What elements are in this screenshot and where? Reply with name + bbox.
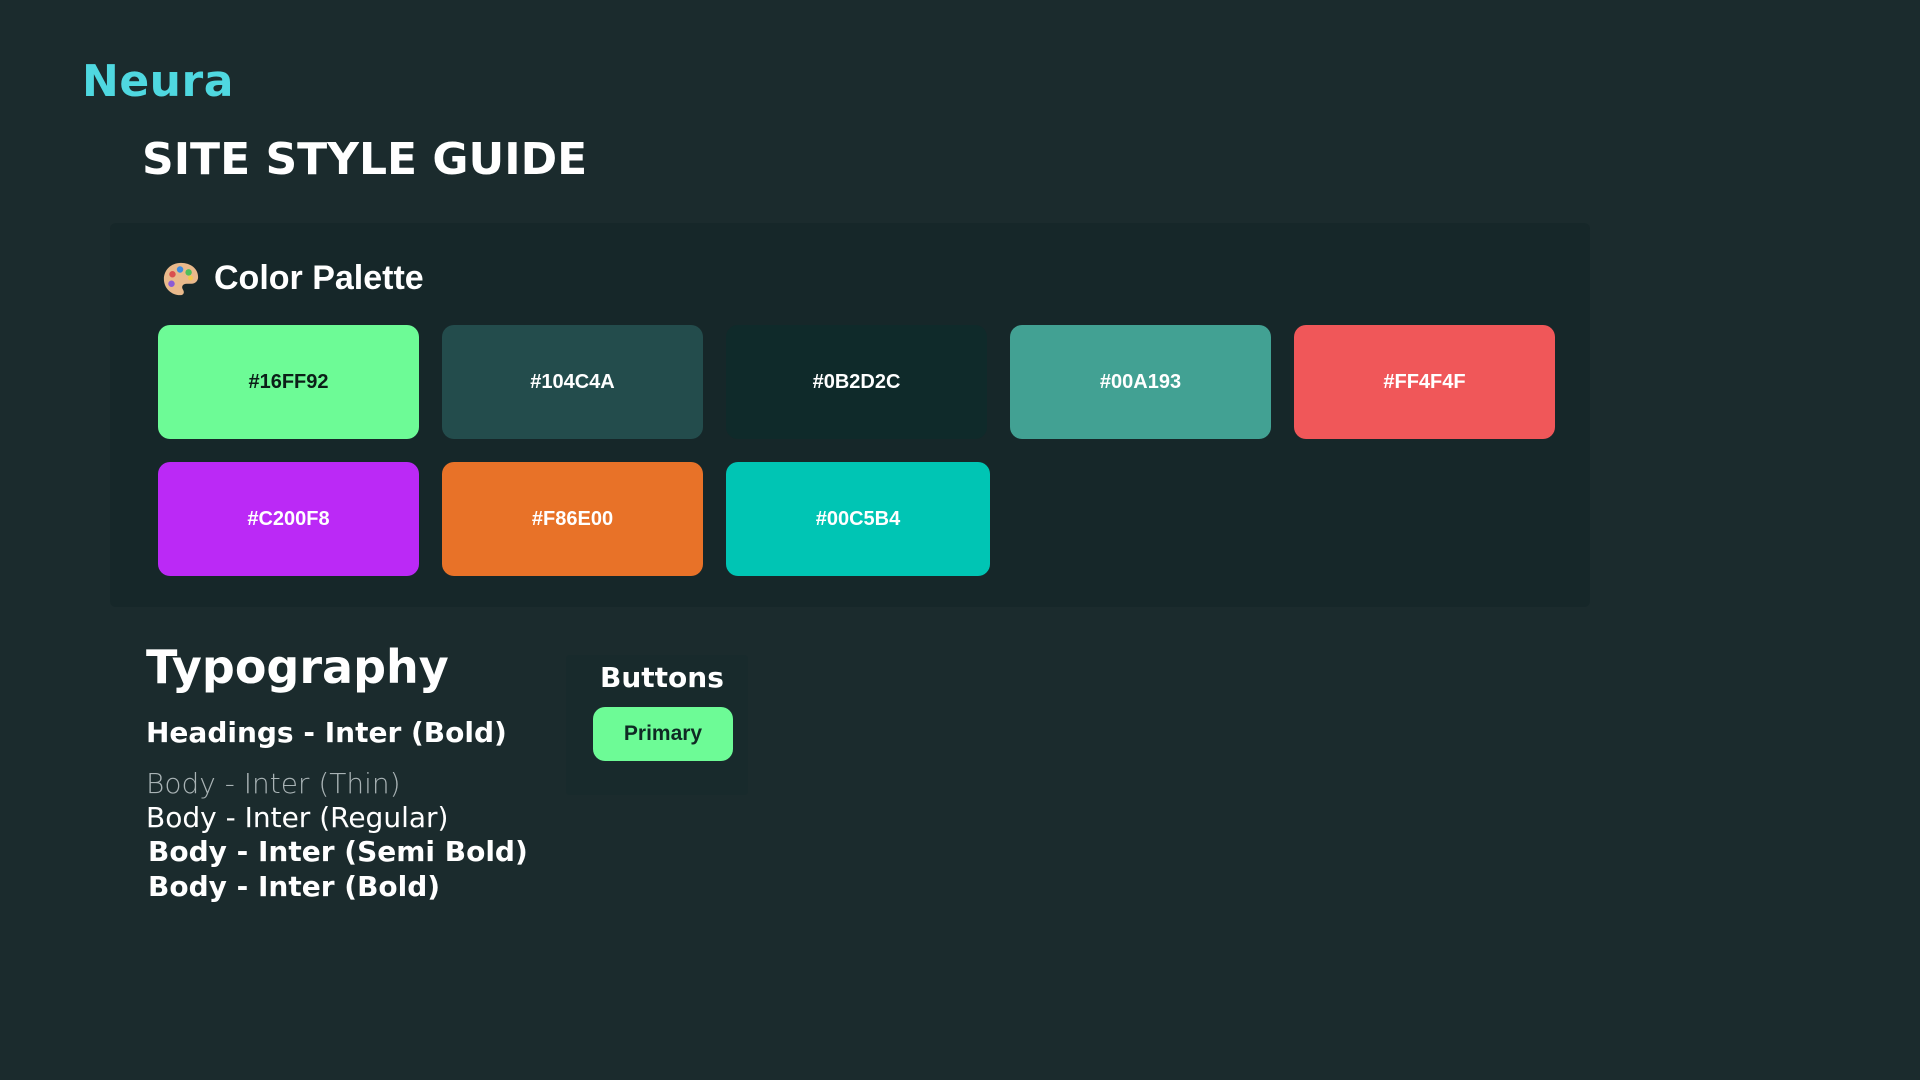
typography-body-bold-sample: Body - Inter (Bold): [148, 870, 441, 903]
swatch-hex-label: #16FF92: [248, 370, 329, 393]
swatch-hex-label: #0B2D2C: [812, 370, 901, 393]
palette-header: Color Palette: [162, 259, 424, 298]
page-title: SITE STYLE GUIDE: [142, 134, 588, 185]
style-guide-page: Neura SITE STYLE GUIDE Color Palette #16…: [0, 0, 1920, 1080]
color-swatch: #FF4F4F: [1294, 325, 1555, 439]
swatch-hex-label: #00C5B4: [815, 507, 901, 530]
palette-title: Color Palette: [214, 259, 424, 297]
swatch-grid: #16FF92 #104C4A #0B2D2C #00A193 #FF4F4F …: [158, 325, 1558, 576]
typography-body-regular-sample: Body - Inter (Regular): [146, 801, 449, 834]
typography-body-semibold-sample: Body - Inter (Semi Bold): [148, 835, 528, 868]
swatch-hex-label: #104C4A: [530, 370, 615, 393]
color-palette-panel: Color Palette #16FF92 #104C4A #0B2D2C #0…: [110, 223, 1590, 607]
primary-button[interactable]: Primary: [593, 707, 733, 761]
color-swatch: #0B2D2C: [726, 325, 987, 439]
typography-heading-sample: Headings - Inter (Bold): [146, 716, 507, 749]
color-swatch: #00A193: [1010, 325, 1271, 439]
typography-body-thin-sample: Body - Inter (Thin): [146, 767, 401, 800]
color-swatch: #F86E00: [442, 462, 703, 576]
buttons-title: Buttons: [600, 661, 724, 694]
brand-logo-text: Neura: [82, 56, 234, 107]
swatch-hex-label: #FF4F4F: [1383, 370, 1466, 393]
swatch-hex-label: #F86E00: [531, 507, 614, 530]
swatch-hex-label: #C200F8: [247, 507, 330, 530]
swatch-hex-label: #00A193: [1099, 370, 1182, 393]
artist-palette-icon: [163, 262, 199, 295]
typography-section: Typography Headings - Inter (Bold) Body …: [146, 640, 528, 905]
color-swatch: #104C4A: [442, 325, 703, 439]
typography-title: Typography: [146, 640, 449, 694]
buttons-section: Buttons Primary: [566, 655, 748, 795]
color-swatch: #16FF92: [158, 325, 419, 439]
color-swatch: #00C5B4: [726, 462, 990, 576]
color-swatch: #C200F8: [158, 462, 419, 576]
